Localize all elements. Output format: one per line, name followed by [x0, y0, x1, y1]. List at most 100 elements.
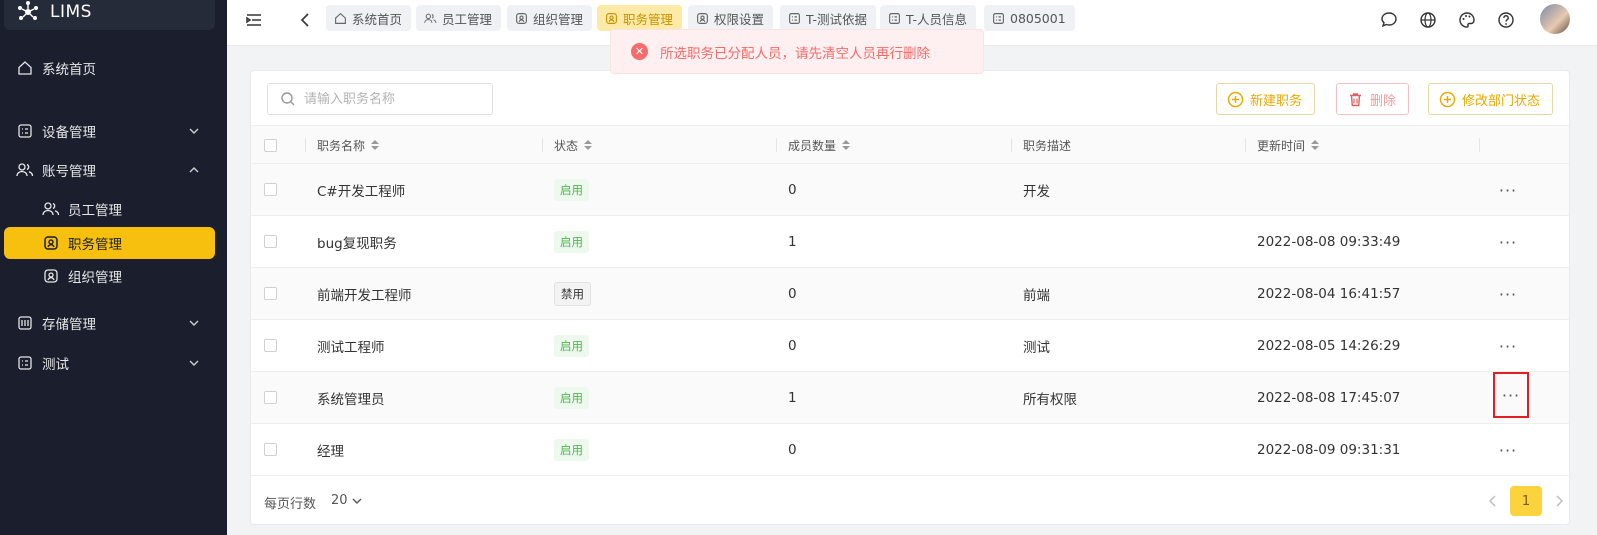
app-brand[interactable]: LIMS	[4, 0, 215, 30]
sort-icon[interactable]	[584, 140, 593, 150]
table-row[interactable]: 经理 启用 0 2022-08-09 09:31:31 ···	[251, 424, 1569, 476]
column-divider	[1479, 138, 1480, 152]
tab-home[interactable]: 系统首页	[326, 5, 412, 31]
column-label: 职务名称	[317, 138, 366, 153]
column-header-status[interactable]: 状态	[542, 126, 593, 164]
back-icon[interactable]	[295, 10, 315, 30]
cell-description: 开发	[1023, 183, 1050, 200]
tab-personnel-info[interactable]: T-人员信息	[880, 5, 976, 31]
tab-label: 职务管理	[623, 11, 674, 27]
chevron-up-icon	[189, 167, 199, 173]
row-more-button[interactable]: ···	[1490, 427, 1526, 473]
table-footer: 每页行数 20 1	[251, 486, 1569, 524]
cell-members: 1	[788, 389, 797, 406]
chevron-down-icon	[189, 320, 199, 326]
row-checkbox[interactable]	[264, 391, 277, 404]
rows-per-page-label: 每页行数	[264, 497, 317, 512]
tab-positions[interactable]: 职务管理	[597, 5, 683, 31]
id-badge-icon	[605, 12, 618, 25]
tab-label: 系统首页	[352, 11, 403, 27]
page-size-select[interactable]: 20	[331, 493, 363, 508]
next-page-icon[interactable]	[1552, 486, 1566, 516]
select-all-checkbox[interactable]	[264, 126, 277, 164]
prev-page-icon[interactable]	[1486, 486, 1500, 516]
tab-label: 组织管理	[533, 11, 584, 27]
cell-name: 系统管理员	[317, 391, 385, 408]
tab-employees[interactable]: 员工管理	[416, 5, 502, 31]
column-header-updated[interactable]: 更新时间	[1245, 126, 1320, 164]
globe-icon[interactable]	[1418, 10, 1438, 30]
chevron-down-icon	[189, 360, 199, 366]
checkbox[interactable]	[264, 138, 277, 152]
row-more-button[interactable]: ···	[1493, 372, 1529, 418]
new-position-button[interactable]: 新建职务	[1216, 83, 1316, 115]
avatar[interactable]	[1540, 4, 1570, 34]
row-more-button[interactable]: ···	[1490, 271, 1526, 317]
column-label: 职务描述	[1023, 138, 1072, 153]
table-row[interactable]: 测试工程师 启用 0 测试 2022-08-05 14:26:29 ···	[251, 320, 1569, 372]
sort-icon[interactable]	[1311, 140, 1320, 150]
sidebar-item-label: 设备管理	[42, 125, 96, 141]
message-icon[interactable]	[1379, 10, 1399, 30]
row-checkbox[interactable]	[264, 183, 277, 196]
sidebar-item-employees[interactable]: 员工管理	[4, 193, 215, 225]
cell-updated: 2022-08-08 17:45:07	[1257, 389, 1401, 406]
sidebar-item-equipment[interactable]: 设备管理	[4, 115, 215, 147]
cell-name: bug复现职务	[317, 235, 397, 252]
cell-members: 0	[788, 181, 797, 198]
palette-icon[interactable]	[1457, 10, 1477, 30]
plus-circle-icon	[1227, 91, 1244, 108]
cell-members: 0	[788, 441, 797, 458]
table-row[interactable]: C#开发工程师 启用 0 开发 ···	[251, 164, 1569, 216]
sidebar-item-storage[interactable]: 存储管理	[4, 307, 215, 339]
cell-name: C#开发工程师	[317, 183, 406, 200]
sidebar-item-test[interactable]: 测试	[4, 347, 215, 379]
tab-label: 权限设置	[714, 11, 765, 27]
table-row[interactable]: bug复现职务 启用 1 2022-08-08 09:33:49 ···	[251, 216, 1569, 268]
search-input[interactable]	[304, 91, 484, 107]
tab-permissions[interactable]: 权限设置	[688, 5, 774, 31]
column-header-members[interactable]: 成员数量	[776, 126, 851, 164]
tab-0805001[interactable]: 0805001	[984, 5, 1075, 31]
menu-fold-icon[interactable]	[244, 10, 264, 30]
cell-members: 0	[788, 337, 797, 354]
sidebar-item-home[interactable]: 系统首页	[4, 52, 215, 84]
grid-icon	[992, 12, 1005, 25]
cell-name: 经理	[317, 443, 344, 460]
row-more-button[interactable]: ···	[1490, 167, 1526, 213]
error-toast: ✕ 所选职务已分配人员，请先清空人员再行删除	[610, 29, 984, 74]
row-checkbox[interactable]	[264, 235, 277, 248]
tab-test-basis[interactable]: T-测试依据	[780, 5, 876, 31]
sidebar-item-label: 存储管理	[42, 317, 96, 333]
table-body: C#开发工程师 启用 0 开发 ··· bug复现职务 启用 1 2022-08…	[251, 164, 1569, 476]
row-more-button[interactable]: ···	[1490, 323, 1526, 369]
positions-card: 新建职务 删除 修改部门状态 职务名称 状态 成员数量 职务描述 更新时间 C#…	[250, 70, 1570, 525]
modify-department-status-button[interactable]: 修改部门状态	[1428, 83, 1554, 115]
row-checkbox[interactable]	[264, 287, 277, 300]
sidebar-item-organization[interactable]: 组织管理	[4, 260, 215, 292]
sidebar: LIMS 系统首页 设备管理 账号管理 员工管理 职务管理 组织管理 存储管理 …	[0, 0, 227, 535]
status-badge: 启用	[554, 386, 589, 409]
column-label: 成员数量	[788, 138, 837, 153]
help-icon[interactable]	[1496, 10, 1516, 30]
table-row[interactable]: 前端开发工程师 禁用 0 前端 2022-08-04 16:41:57 ···	[251, 268, 1569, 320]
row-checkbox[interactable]	[264, 339, 277, 352]
row-more-button[interactable]: ···	[1490, 219, 1526, 265]
users-icon	[424, 12, 437, 25]
trash-icon	[1347, 91, 1364, 108]
sidebar-item-accounts[interactable]: 账号管理	[4, 154, 215, 186]
row-checkbox[interactable]	[264, 443, 277, 456]
tab-organization[interactable]: 组织管理	[507, 5, 593, 31]
status-badge: 禁用	[554, 281, 591, 306]
table-row[interactable]: 系统管理员 启用 1 所有权限 2022-08-08 17:45:07 ···	[251, 372, 1569, 424]
sidebar-item-positions[interactable]: 职务管理	[4, 227, 215, 259]
column-divider	[1245, 138, 1246, 152]
sort-icon[interactable]	[842, 140, 851, 150]
column-header-name[interactable]: 职务名称	[305, 126, 380, 164]
cell-name: 前端开发工程师	[317, 287, 412, 304]
delete-button[interactable]: 删除	[1336, 83, 1410, 115]
page-1-button[interactable]: 1	[1510, 486, 1542, 516]
cell-updated: 2022-08-05 14:26:29	[1257, 337, 1401, 354]
search-box[interactable]	[267, 83, 493, 115]
sort-icon[interactable]	[371, 140, 380, 150]
